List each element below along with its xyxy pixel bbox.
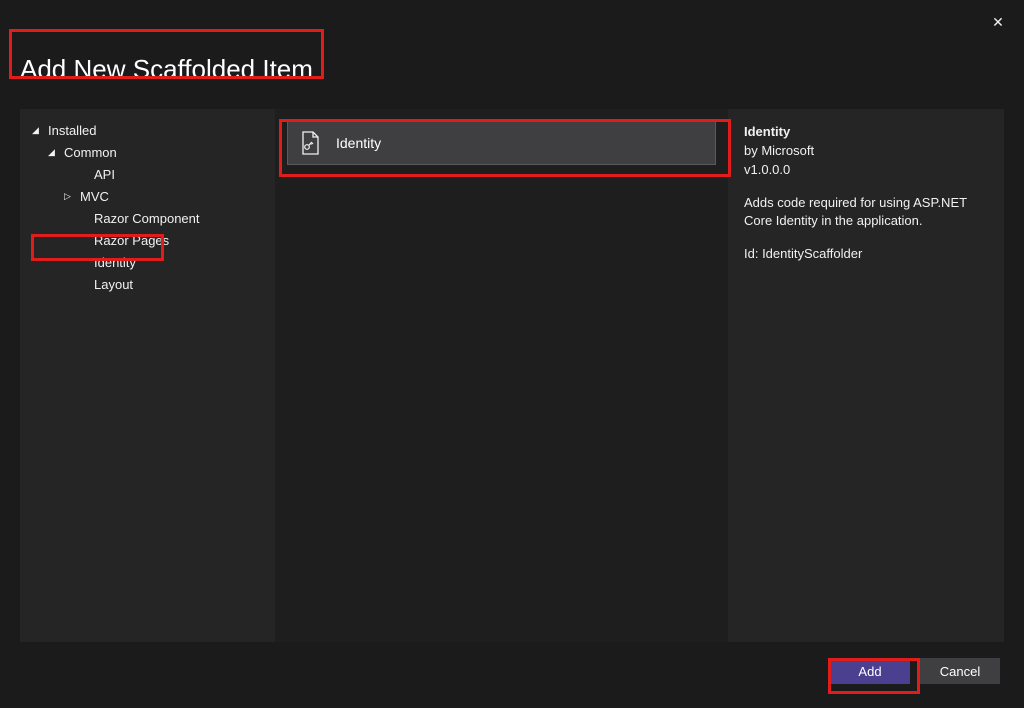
tree-item-api[interactable]: API bbox=[28, 163, 267, 185]
details-title: Identity bbox=[744, 123, 988, 142]
tree-item-layout[interactable]: Layout bbox=[28, 273, 267, 295]
sidebar: ◢ Installed ◢ Common API ▷ MVC Razor Com… bbox=[20, 109, 275, 642]
title-area: Add New Scaffolded Item bbox=[0, 36, 1024, 99]
content-area: ◢ Installed ◢ Common API ▷ MVC Razor Com… bbox=[0, 99, 1024, 642]
dialog-footer: Add Cancel bbox=[0, 642, 1024, 708]
tree-label: MVC bbox=[80, 189, 109, 204]
tree-item-identity[interactable]: Identity bbox=[28, 251, 267, 273]
tree-label: Installed bbox=[48, 123, 96, 138]
template-list: Identity bbox=[275, 109, 728, 642]
details-panel: Identity by Microsoft v1.0.0.0 Adds code… bbox=[728, 109, 1004, 642]
tree-label: API bbox=[94, 167, 115, 182]
tree-label: Razor Component bbox=[94, 211, 200, 226]
details-id: Id: IdentityScaffolder bbox=[744, 245, 988, 264]
tree-item-common[interactable]: ◢ Common bbox=[28, 141, 267, 163]
tree-label: Razor Pages bbox=[94, 233, 169, 248]
titlebar: ✕ bbox=[0, 0, 1024, 36]
tree-label: Layout bbox=[94, 277, 133, 292]
add-button[interactable]: Add bbox=[830, 658, 910, 684]
chevron-down-icon: ◢ bbox=[48, 147, 60, 158]
chevron-right-icon: ▷ bbox=[64, 191, 76, 202]
tree-label: Identity bbox=[94, 255, 136, 270]
details-author: by Microsoft bbox=[744, 142, 988, 161]
close-icon: ✕ bbox=[992, 14, 1004, 31]
list-item-label: Identity bbox=[336, 135, 381, 151]
cancel-button[interactable]: Cancel bbox=[920, 658, 1000, 684]
tree-item-mvc[interactable]: ▷ MVC bbox=[28, 185, 267, 207]
scaffold-dialog: ✕ Add New Scaffolded Item ◢ Installed ◢ … bbox=[0, 0, 1024, 708]
tree-item-installed[interactable]: ◢ Installed bbox=[28, 119, 267, 141]
tree-item-razor-pages[interactable]: Razor Pages bbox=[28, 229, 267, 251]
details-header: Identity by Microsoft v1.0.0.0 bbox=[744, 123, 988, 180]
tree-item-razor-component[interactable]: Razor Component bbox=[28, 207, 267, 229]
list-item-identity[interactable]: Identity bbox=[287, 121, 716, 165]
identity-file-icon bbox=[298, 131, 322, 155]
close-button[interactable]: ✕ bbox=[984, 8, 1012, 36]
tree-label: Common bbox=[64, 145, 117, 160]
chevron-down-icon: ◢ bbox=[32, 125, 44, 136]
details-version: v1.0.0.0 bbox=[744, 161, 988, 180]
details-description: Adds code required for using ASP.NET Cor… bbox=[744, 194, 988, 232]
dialog-title: Add New Scaffolded Item bbox=[20, 54, 1004, 85]
